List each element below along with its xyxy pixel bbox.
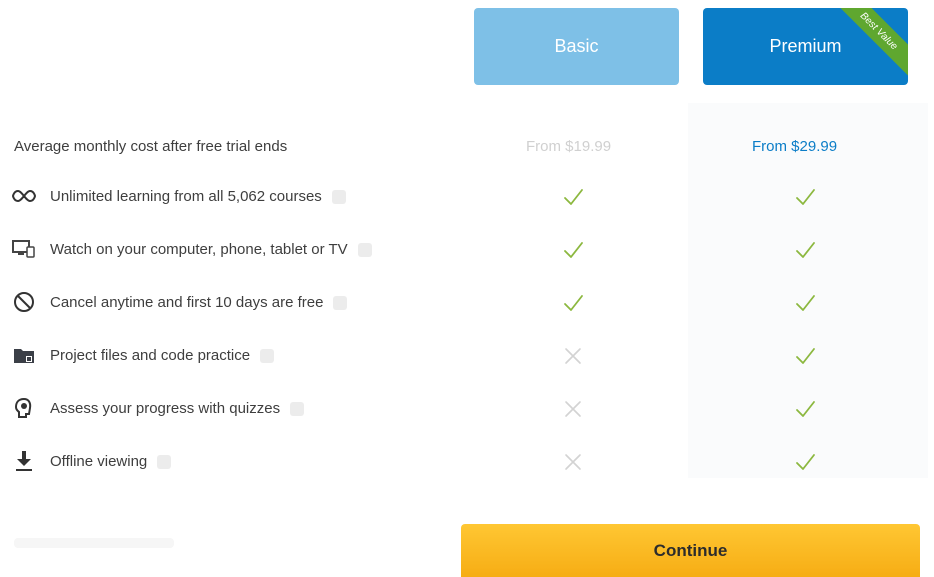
premium-check-icon [796,401,815,417]
feature-label: Unlimited learning from all 5,062 course… [50,188,322,205]
info-icon[interactable] [290,402,305,417]
devices-icon [12,237,36,261]
feature-label: Watch on your computer, phone, tablet or… [50,241,348,258]
cancel-icon [12,290,36,314]
feature-label: Offline viewing [50,453,148,470]
premium-check-icon [796,295,815,311]
basic-check-icon [564,295,583,311]
download-icon [12,449,36,473]
basic-check-icon [564,189,583,205]
quiz-head-icon [12,396,36,420]
premium-check-icon [796,189,815,205]
info-icon[interactable] [331,190,346,205]
basic-cross-icon [565,348,581,364]
premium-plan-label: Premium [769,36,842,56]
price-row-label: Average monthly cost after free trial en… [14,138,288,155]
basic-check-icon [564,242,583,258]
feature-label: Assess your progress with quizzes [50,400,281,417]
premium-plan-button[interactable]: Premium Best Value [703,8,908,85]
premium-check-icon [796,348,815,364]
info-icon[interactable] [260,349,275,364]
feature-row-devices: Watch on your computer, phone, tablet or… [12,235,912,265]
feature-row-quizzes: Assess your progress with quizzes [12,394,912,424]
info-icon[interactable] [333,296,348,311]
best-value-ribbon: Best Value [832,8,908,78]
feature-row-unlimited: Unlimited learning from all 5,062 course… [12,182,912,212]
folder-icon [12,343,36,367]
basic-price: From $19.99 [526,138,612,155]
feature-label: Project files and code practice [50,347,251,364]
infinity-icon [12,184,36,208]
basic-cross-icon [565,454,581,470]
continue-label: Continue [653,540,728,560]
basic-plan-button[interactable]: Basic [474,8,679,85]
info-icon[interactable] [157,455,172,470]
basic-cross-icon [565,401,581,417]
feature-row-offline: Offline viewing [12,447,912,477]
premium-check-icon [796,454,815,470]
best-value-label: Best Value [858,10,900,52]
feature-label: Cancel anytime and first 10 days are fre… [50,294,324,311]
price-row: Average monthly cost after free trial en… [14,136,914,158]
feature-row-project-files: Project files and code practice [12,341,912,371]
premium-check-icon [796,242,815,258]
premium-price: From $29.99 [752,138,838,155]
info-icon[interactable] [357,243,372,258]
continue-button[interactable]: Continue [461,524,920,577]
basic-plan-label: Basic [554,36,599,56]
faint-placeholder [14,538,174,548]
feature-row-cancel: Cancel anytime and first 10 days are fre… [12,288,912,318]
